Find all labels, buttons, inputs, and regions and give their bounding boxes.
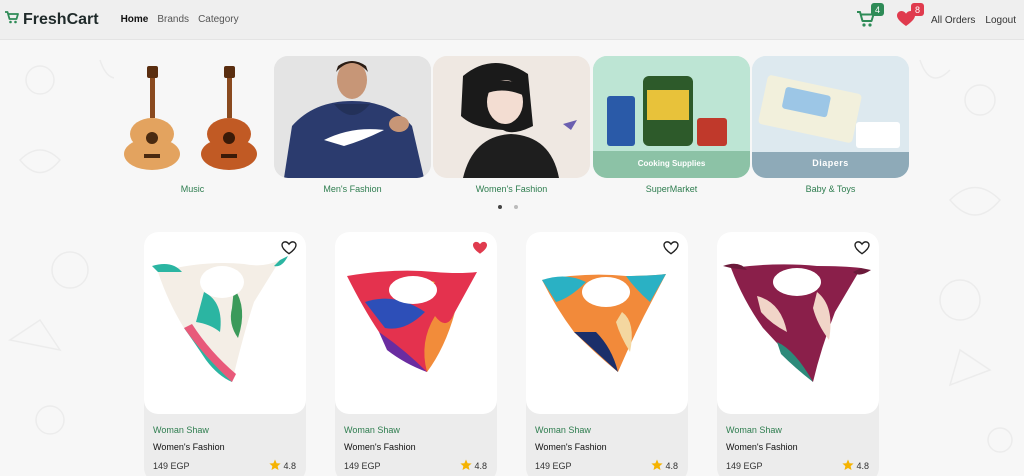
category-image-guitars: [114, 56, 271, 178]
star-icon: [269, 459, 282, 473]
product-category: Woman Shaw: [726, 425, 782, 435]
wishlist-heart-icon[interactable]: [663, 241, 679, 260]
product-name: Women's Fashion: [153, 442, 225, 452]
product-rating: 4.8: [460, 459, 487, 473]
product-image-scarf: [335, 232, 497, 414]
slider-pagination: [498, 205, 518, 209]
rating-value: 4.8: [283, 461, 296, 471]
nav-link-category[interactable]: Category: [198, 14, 239, 25]
product-name: Women's Fashion: [535, 442, 607, 452]
product-card[interactable]: Woman Shaw Women's Fashion 149 EGP 4.8: [335, 232, 497, 476]
product-card[interactable]: Woman Shaw Women's Fashion 149 EGP 4.8: [717, 232, 879, 476]
star-icon: [460, 459, 473, 473]
nav-link-brands[interactable]: Brands: [157, 14, 189, 25]
product-card[interactable]: Woman Shaw Women's Fashion 149 EGP 4.8: [144, 232, 306, 476]
category-image-caption: Cooking Supplies: [637, 159, 706, 168]
category-item-mens-fashion[interactable]: Men's Fashion: [274, 56, 431, 194]
slider-dot-active[interactable]: [498, 205, 502, 209]
brand-logo[interactable]: FreshCart: [4, 9, 99, 30]
product-rating: 4.8: [269, 459, 296, 473]
product-rating: 4.8: [651, 459, 678, 473]
wishlist-heart-icon[interactable]: [854, 241, 870, 260]
product-image-scarf: [144, 232, 306, 414]
product-grid: Woman Shaw Women's Fashion 149 EGP 4.8 W…: [144, 232, 884, 476]
nav-link-home[interactable]: Home: [121, 14, 149, 25]
category-item-womens-fashion[interactable]: Women's Fashion: [433, 56, 590, 194]
product-card[interactable]: Woman Shaw Women's Fashion 149 EGP 4.8: [526, 232, 688, 476]
product-category: Woman Shaw: [535, 425, 591, 435]
star-icon: [842, 459, 855, 473]
category-item-music[interactable]: Music: [114, 56, 271, 194]
product-image-scarf: [717, 232, 879, 414]
category-image-cooking-supplies: Cooking Supplies: [593, 56, 750, 178]
product-category: Woman Shaw: [153, 425, 209, 435]
category-image-diapers: Diapers: [752, 56, 909, 178]
category-image-caption: Diapers: [812, 158, 849, 168]
category-label: Baby & Toys: [805, 184, 856, 194]
all-orders-link[interactable]: All Orders: [931, 15, 975, 26]
category-slider: Music Men's Fashion Women's Fashion Cook…: [114, 56, 910, 201]
category-item-supermarket[interactable]: Cooking Supplies SuperMarket: [593, 56, 750, 194]
category-image-woman: [433, 56, 590, 178]
slider-dot[interactable]: [514, 205, 518, 209]
product-name: Women's Fashion: [344, 442, 416, 452]
rating-value: 4.8: [474, 461, 487, 471]
rating-value: 4.8: [665, 461, 678, 471]
wishlist-button[interactable]: 8: [895, 3, 924, 31]
cart-logo-icon: [4, 9, 20, 30]
wishlist-heart-icon[interactable]: [281, 241, 297, 260]
cart-button[interactable]: 4: [855, 3, 884, 31]
product-price: 149 EGP: [153, 461, 190, 471]
logout-link[interactable]: Logout: [985, 15, 1016, 26]
product-price: 149 EGP: [344, 461, 381, 471]
product-name: Women's Fashion: [726, 442, 798, 452]
product-category: Woman Shaw: [344, 425, 400, 435]
category-label: Men's Fashion: [323, 184, 382, 194]
category-label: Women's Fashion: [475, 184, 548, 194]
category-image-man-hoodie: [274, 56, 431, 178]
nav-links: Home Brands Category: [121, 14, 239, 25]
product-price: 149 EGP: [726, 461, 763, 471]
wishlist-count-badge: 8: [910, 3, 924, 16]
nav-actions: 4 8 All Orders Logout: [855, 0, 1016, 40]
wishlist-heart-icon-active[interactable]: [472, 241, 488, 260]
brand-name: FreshCart: [23, 10, 99, 28]
product-rating: 4.8: [842, 459, 869, 473]
product-price: 149 EGP: [535, 461, 572, 471]
rating-value: 4.8: [856, 461, 869, 471]
star-icon: [651, 459, 664, 473]
navbar: FreshCart Home Brands Category 4 8 All O…: [0, 0, 1024, 40]
category-item-baby-toys[interactable]: Diapers Baby & Toys: [752, 56, 909, 194]
category-label: SuperMarket: [645, 184, 698, 194]
cart-count-badge: 4: [870, 3, 884, 16]
category-label: Music: [180, 184, 205, 194]
product-image-scarf: [526, 232, 688, 414]
